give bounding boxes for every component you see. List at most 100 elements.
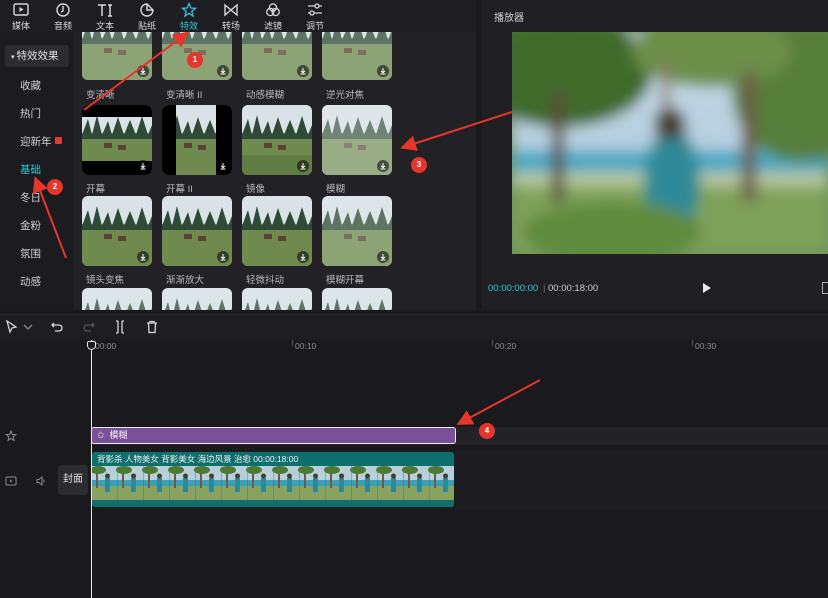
toolbar-adjust[interactable]: 调节: [294, 0, 336, 32]
effect-card[interactable]: [162, 288, 232, 310]
time-separator: |: [543, 283, 546, 294]
chevron-down-icon: [23, 324, 33, 330]
playhead-handle[interactable]: [87, 341, 96, 350]
video-track-icon: [5, 475, 17, 490]
effect-card[interactable]: [322, 288, 392, 310]
ruler-tick: [492, 340, 493, 346]
effect-card[interactable]: [242, 288, 312, 310]
effect-card[interactable]: [242, 196, 312, 266]
transition-icon: [224, 3, 238, 17]
undo-icon: [51, 322, 63, 332]
effect-card-label: 渐渐放大: [166, 275, 205, 286]
category-gold-dust[interactable]: 金粉: [0, 215, 74, 237]
toolbar-sticker[interactable]: 贴纸: [126, 0, 168, 32]
download-icon[interactable]: [137, 251, 149, 263]
category-header-label: 特效效果: [16, 50, 59, 62]
effect-clip-label: 模糊: [109, 430, 128, 440]
toolbar-sticker-label: 贴纸: [137, 21, 156, 31]
toolbar-transition[interactable]: 转场: [210, 0, 252, 32]
effect-card[interactable]: [322, 105, 392, 175]
sticker-icon: [140, 3, 154, 17]
effect-card-label: 动感模糊: [246, 90, 285, 101]
playhead[interactable]: [91, 340, 92, 598]
download-icon[interactable]: [297, 65, 309, 77]
annotation-marker-3: 3: [411, 157, 427, 173]
audio-icon: [56, 3, 70, 17]
effect-card-label: 轻微抖动: [246, 275, 285, 286]
download-icon[interactable]: [137, 65, 149, 77]
mute-track-button[interactable]: [35, 475, 47, 490]
category-header[interactable]: ▾ 特效效果: [5, 45, 69, 67]
effect-card[interactable]: [322, 196, 392, 266]
download-icon[interactable]: [137, 160, 149, 172]
effect-thumbnail-image: [82, 288, 152, 310]
category-basic[interactable]: 基础: [0, 159, 74, 181]
ruler-label: 00:10: [295, 341, 317, 351]
effect-card[interactable]: [162, 105, 232, 175]
effect-card[interactable]: [82, 288, 152, 310]
timeline-toolbar: [0, 314, 828, 340]
download-icon[interactable]: [297, 160, 309, 172]
redo-button[interactable]: [82, 320, 96, 334]
split-button[interactable]: [113, 320, 127, 334]
effect-card[interactable]: [82, 105, 152, 175]
trash-icon: [147, 320, 157, 334]
media-icon: [13, 3, 29, 16]
effect-card[interactable]: [322, 32, 392, 80]
download-icon[interactable]: [297, 251, 309, 263]
category-new-year-label: 迎新年: [20, 136, 52, 148]
category-atmosphere[interactable]: 氛围: [0, 243, 74, 265]
asset-toolbar: 媒体 音频 文本 贴纸 特效 转场 滤镜 调节: [0, 0, 476, 32]
toolbar-filter[interactable]: 滤镜: [252, 0, 294, 32]
cover-button[interactable]: 封面: [58, 465, 88, 495]
download-icon[interactable]: [217, 65, 229, 77]
effect-card[interactable]: [162, 196, 232, 266]
delete-button[interactable]: [145, 320, 159, 334]
select-tool-button[interactable]: [5, 319, 19, 334]
current-time: 00:00:00:00: [488, 283, 539, 294]
download-icon[interactable]: [377, 65, 389, 77]
undo-button[interactable]: [50, 320, 64, 334]
ruler-tick: [692, 340, 693, 346]
category-new-year[interactable]: 迎新年: [0, 131, 74, 153]
time-ruler: 00:00 00:10 00:20 00:30: [90, 340, 828, 354]
effect-clip[interactable]: ✩ 模糊: [91, 427, 456, 444]
toolbar-effects[interactable]: 特效: [168, 0, 210, 32]
video-preview: [512, 32, 828, 254]
category-dynamic[interactable]: 动感: [0, 271, 74, 293]
ruler-tick: [292, 340, 293, 346]
effect-card[interactable]: [242, 105, 312, 175]
toolbar-media[interactable]: 媒体: [0, 0, 42, 32]
video-clip[interactable]: 背影杀 人物美女 背影美女 海边风景 治愈 00:00:18:00: [92, 452, 454, 507]
effect-card-label: 变清晰 II: [166, 90, 203, 101]
play-icon[interactable]: [702, 282, 712, 294]
video-clip-thumbnails: [92, 466, 454, 500]
fullscreen-icon[interactable]: [822, 282, 828, 294]
redo-icon: [83, 322, 95, 332]
effect-card[interactable]: [82, 32, 152, 80]
effect-card-label: 逆光对焦: [326, 90, 365, 101]
effects-icon: ✩: [97, 430, 105, 440]
category-hot[interactable]: 热门: [0, 103, 74, 125]
effect-card[interactable]: [242, 32, 312, 80]
download-icon[interactable]: [217, 160, 229, 172]
toolbar-text-label: 文本: [95, 21, 114, 31]
video-clip-meta: 背影杀 人物美女 背影美女 海边风景 治愈 00:00:18:00: [97, 454, 299, 464]
toolbar-text[interactable]: 文本: [84, 0, 126, 32]
select-tool-dropdown[interactable]: [21, 320, 33, 334]
toolbar-audio[interactable]: 音频: [42, 0, 84, 32]
download-icon[interactable]: [377, 251, 389, 263]
effect-card-label: 镜像: [246, 184, 266, 195]
category-winter[interactable]: 冬日: [0, 187, 74, 209]
annotation-marker-1: 1: [187, 52, 203, 68]
effect-card[interactable]: [82, 196, 152, 266]
download-icon[interactable]: [217, 251, 229, 263]
download-icon[interactable]: [377, 160, 389, 172]
category-favorites[interactable]: 收藏: [0, 75, 74, 97]
ruler-label: 00:30: [695, 341, 717, 351]
effect-track-icon: [4, 429, 18, 445]
annotation-marker-2: 2: [47, 179, 63, 195]
adjust-icon: [308, 3, 322, 16]
effect-thumbnail-image: [242, 288, 312, 310]
new-badge: [54, 137, 62, 144]
